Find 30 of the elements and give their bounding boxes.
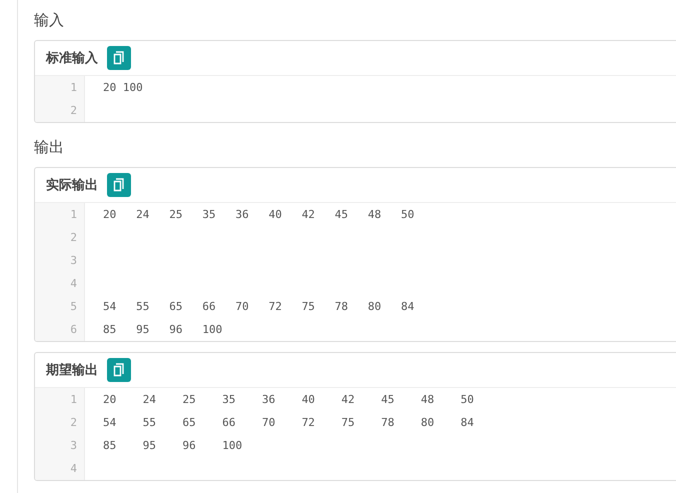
code-line: 54 55 65 66 70 72 75 78 80 84 [103, 300, 414, 313]
line-number: 3 [35, 434, 85, 457]
panel-title: 期望输出 [46, 362, 98, 379]
code-line: 20 24 25 35 36 40 42 45 48 50 [103, 208, 414, 221]
copy-button[interactable] [107, 173, 131, 197]
code-line: 85 95 96 100 [103, 439, 242, 452]
section-heading: 输出 [34, 137, 65, 157]
line-number: 1 [35, 203, 85, 226]
line-number: 3 [35, 249, 85, 272]
copy-icon [113, 178, 125, 192]
line-number: 6 [35, 318, 85, 341]
code-line: 54 55 65 66 70 72 75 78 80 84 [103, 416, 474, 429]
line-number: 2 [35, 226, 85, 249]
copy-icon [113, 363, 125, 377]
copy-button[interactable] [107, 358, 131, 382]
line-number: 2 [35, 411, 85, 434]
line-number: 2 [35, 99, 85, 122]
line-number: 4 [35, 457, 85, 480]
code-line: 85 95 96 100 [103, 323, 222, 336]
line-number: 1 [35, 76, 85, 99]
line-number: 5 [35, 295, 85, 318]
panel-title: 实际输出 [46, 176, 98, 194]
copy-icon [113, 51, 125, 65]
panel-title: 标准输入 [46, 50, 98, 67]
line-number: 4 [35, 272, 85, 295]
code-line: 20 24 25 35 36 40 42 45 48 50 [103, 393, 474, 406]
code-line: 20 100 [103, 81, 143, 94]
copy-button[interactable] [107, 46, 131, 70]
section-heading: 输入 [34, 10, 65, 30]
line-number: 1 [35, 388, 85, 411]
